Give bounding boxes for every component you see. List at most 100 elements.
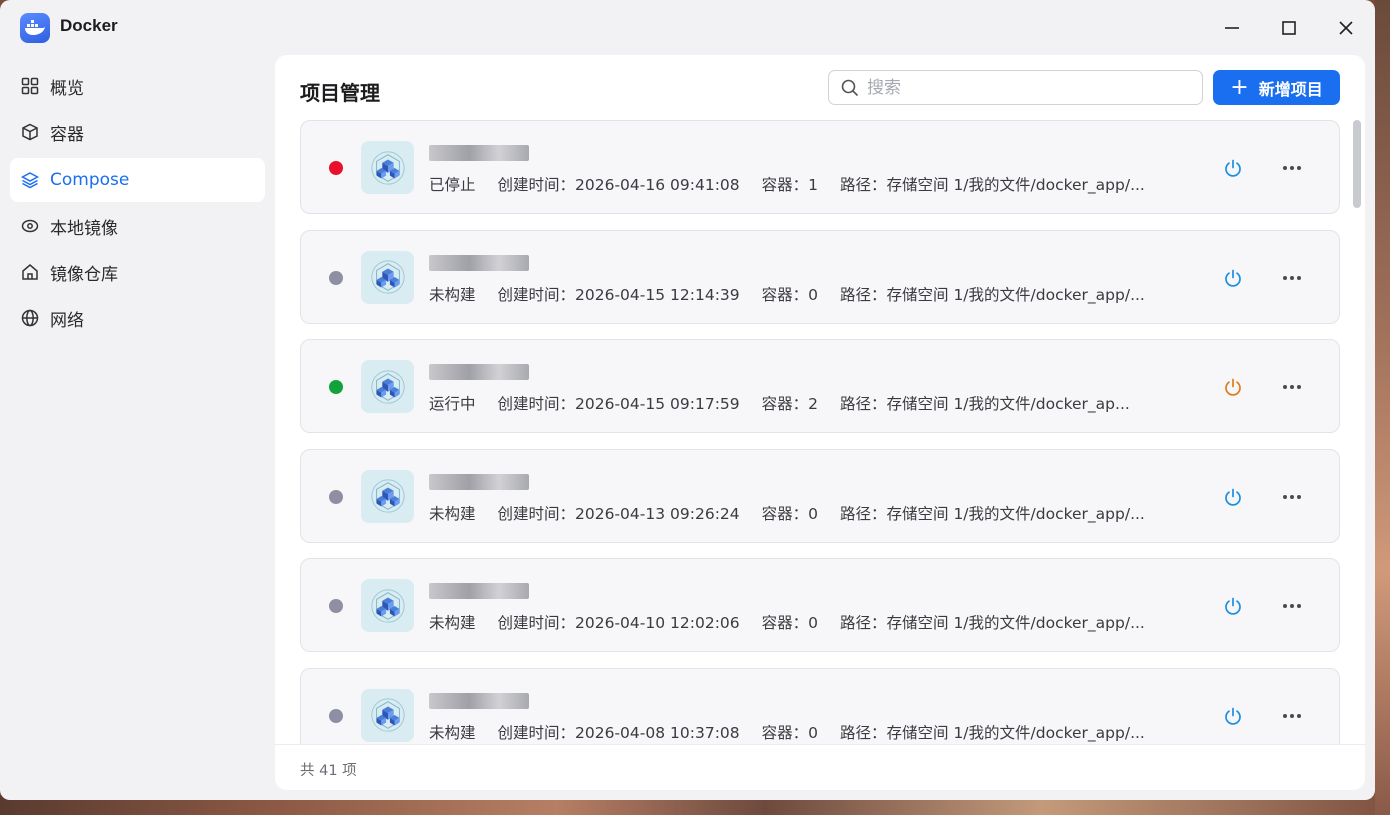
status-dot	[329, 380, 343, 394]
project-meta: 未构建 创建时间：2026-04-08 10:37:08 容器：0 路径：存储空间 1…	[429, 721, 1167, 743]
project-path: 路径：存储空间 1/我的文件/docker_app/...	[840, 285, 1145, 304]
status-dot	[329, 270, 343, 285]
more-dot	[1297, 494, 1301, 499]
sidebar-item-registry[interactable]: 镜像仓库	[10, 250, 265, 294]
project-created: 创建时间：2026-04-16 09:41:08	[497, 176, 740, 194]
sidebar-item-network[interactable]: 网络	[10, 296, 265, 340]
project-name-redacted	[429, 364, 529, 380]
total-count: 共 41 项	[300, 763, 357, 779]
add-project-button[interactable]: + 新增项目	[1213, 70, 1340, 105]
project-meta: 运行中 创建时间：2026-04-15 09:17:59 容器：2 路径：存储空间 1…	[429, 392, 1152, 414]
power-button[interactable]	[1221, 156, 1245, 180]
status-dot	[329, 599, 343, 613]
more-options-button[interactable]	[1279, 266, 1305, 290]
power-icon	[1225, 378, 1241, 396]
search-box[interactable]	[828, 70, 1203, 105]
project-containers: 容器：0	[761, 614, 819, 632]
more-dot	[1283, 604, 1287, 608]
more-dot	[1297, 604, 1301, 608]
project-containers: 容器：2	[761, 395, 819, 413]
power-button[interactable]	[1221, 266, 1245, 290]
sidebar-item-containers[interactable]: 容器	[10, 110, 265, 154]
more-dot	[1283, 166, 1287, 170]
project-meta: 未构建 创建时间：2026-04-10 12:02:06 容器：0 路径：存储空间 1…	[429, 611, 1167, 633]
minimize-icon	[1225, 27, 1239, 29]
more-options-button[interactable]	[1279, 704, 1305, 728]
project-meta: 未构建 创建时间：2026-04-15 12:14:39 容器：0 路径：存储空间 1…	[429, 283, 1167, 305]
sidebar-item-local-images[interactable]: 本地镜像	[10, 204, 265, 248]
project-created: 创建时间：2026-04-15 12:14:39	[497, 285, 740, 304]
sidebar-item-label: 本地镜像	[50, 218, 118, 239]
power-button[interactable]	[1221, 375, 1245, 399]
project-card[interactable]: 未构建 创建时间：2026-04-08 10:37:08 容器：0 路径：存储空间 1…	[300, 667, 1340, 744]
project-created: 创建时间：2026-04-13 09:26:24	[497, 504, 740, 523]
power-button[interactable]	[1221, 485, 1245, 509]
more-dot	[1290, 166, 1294, 170]
more-dot	[1290, 713, 1294, 718]
scrollbar-thumb[interactable]	[1353, 120, 1361, 208]
title-bar: Docker	[0, 0, 1375, 55]
project-status: 未构建	[429, 723, 476, 742]
close-icon	[1339, 21, 1353, 35]
project-name-redacted	[429, 583, 529, 599]
project-name-redacted	[429, 145, 529, 161]
compose-project-icon	[361, 469, 414, 523]
project-card[interactable]: 未构建 创建时间：2026-04-15 12:14:39 容器：0 路径：存储空间 1…	[300, 229, 1340, 324]
project-meta: 已停止 创建时间：2026-04-16 09:41:08 容器：1 路径：存储空间 1…	[429, 173, 1167, 195]
docker-window: Docker 概览 容器 Compose 本地镜像 镜像仓库 网络 项目管理 搜…	[0, 0, 1375, 800]
search-input[interactable]	[867, 77, 1187, 98]
grid-icon	[20, 76, 40, 96]
project-created: 创建时间：2026-04-08 10:37:08	[497, 723, 740, 742]
project-card[interactable]: 已停止 创建时间：2026-04-16 09:41:08 容器：1 路径：存储空间 1…	[300, 120, 1340, 214]
project-status: 未构建	[429, 614, 476, 632]
project-status: 未构建	[429, 504, 476, 523]
compose-project-icon	[361, 360, 414, 413]
disc-icon	[20, 216, 40, 236]
close-button[interactable]	[1332, 14, 1360, 42]
app-title: Docker	[60, 16, 118, 35]
project-card[interactable]: 未构建 创建时间：2026-04-10 12:02:06 容器：0 路径：存储空间 1…	[300, 558, 1340, 652]
compose-project-icon	[361, 579, 414, 632]
project-containers: 容器：0	[761, 504, 819, 523]
more-options-button[interactable]	[1279, 594, 1305, 618]
compose-project-icon	[361, 250, 414, 304]
project-meta: 未构建 创建时间：2026-04-13 09:26:24 容器：0 路径：存储空间 1…	[429, 502, 1167, 524]
more-options-button[interactable]	[1279, 375, 1305, 399]
sidebar-item-label: Compose	[50, 170, 130, 190]
main-panel: 项目管理 + 新增项目 已停止 创建时间：2026-04-16 09:41:08 容…	[275, 55, 1365, 790]
project-created: 创建时间：2026-04-10 12:02:06	[497, 614, 740, 632]
sidebar-item-overview[interactable]: 概览	[10, 64, 265, 108]
maximize-button[interactable]	[1275, 14, 1303, 42]
project-card[interactable]: 未构建 创建时间：2026-04-13 09:26:24 容器：0 路径：存储空间 1…	[300, 448, 1340, 543]
more-options-button[interactable]	[1279, 156, 1305, 180]
sidebar-item-label: 容器	[50, 124, 84, 145]
power-icon	[1225, 159, 1241, 177]
more-options-button[interactable]	[1279, 485, 1305, 509]
power-button[interactable]	[1221, 704, 1245, 728]
sidebar-item-label: 网络	[50, 310, 84, 331]
desktop-background-edge	[1375, 0, 1390, 815]
more-dot	[1290, 385, 1294, 389]
list-footer: 共 41 项	[275, 744, 1365, 790]
project-name-redacted	[429, 473, 529, 490]
maximize-icon	[1282, 21, 1296, 35]
project-path: 路径：存储空间 1/我的文件/docker_app/...	[840, 723, 1145, 742]
cube-icon	[20, 122, 40, 142]
project-name-redacted	[429, 692, 529, 709]
project-path: 路径：存储空间 1/我的文件/docker_app/...	[840, 614, 1145, 632]
project-path: 路径：存储空间 1/我的文件/docker_ap...	[840, 395, 1130, 413]
minimize-button[interactable]	[1218, 14, 1246, 42]
compose-project-icon	[361, 141, 414, 194]
project-status: 已停止	[429, 176, 476, 194]
power-icon	[1225, 597, 1241, 615]
power-icon	[1225, 488, 1241, 506]
power-button[interactable]	[1221, 594, 1245, 618]
project-name-redacted	[429, 254, 529, 271]
sidebar-item-compose[interactable]: Compose	[10, 158, 265, 202]
project-list: 已停止 创建时间：2026-04-16 09:41:08 容器：1 路径：存储空间 1…	[300, 120, 1340, 744]
project-path: 路径：存储空间 1/我的文件/docker_app/...	[840, 504, 1145, 523]
more-dot	[1297, 713, 1301, 718]
globe-icon	[20, 308, 40, 328]
project-card[interactable]: 运行中 创建时间：2026-04-15 09:17:59 容器：2 路径：存储空间 1…	[300, 339, 1340, 433]
more-dot	[1283, 385, 1287, 389]
